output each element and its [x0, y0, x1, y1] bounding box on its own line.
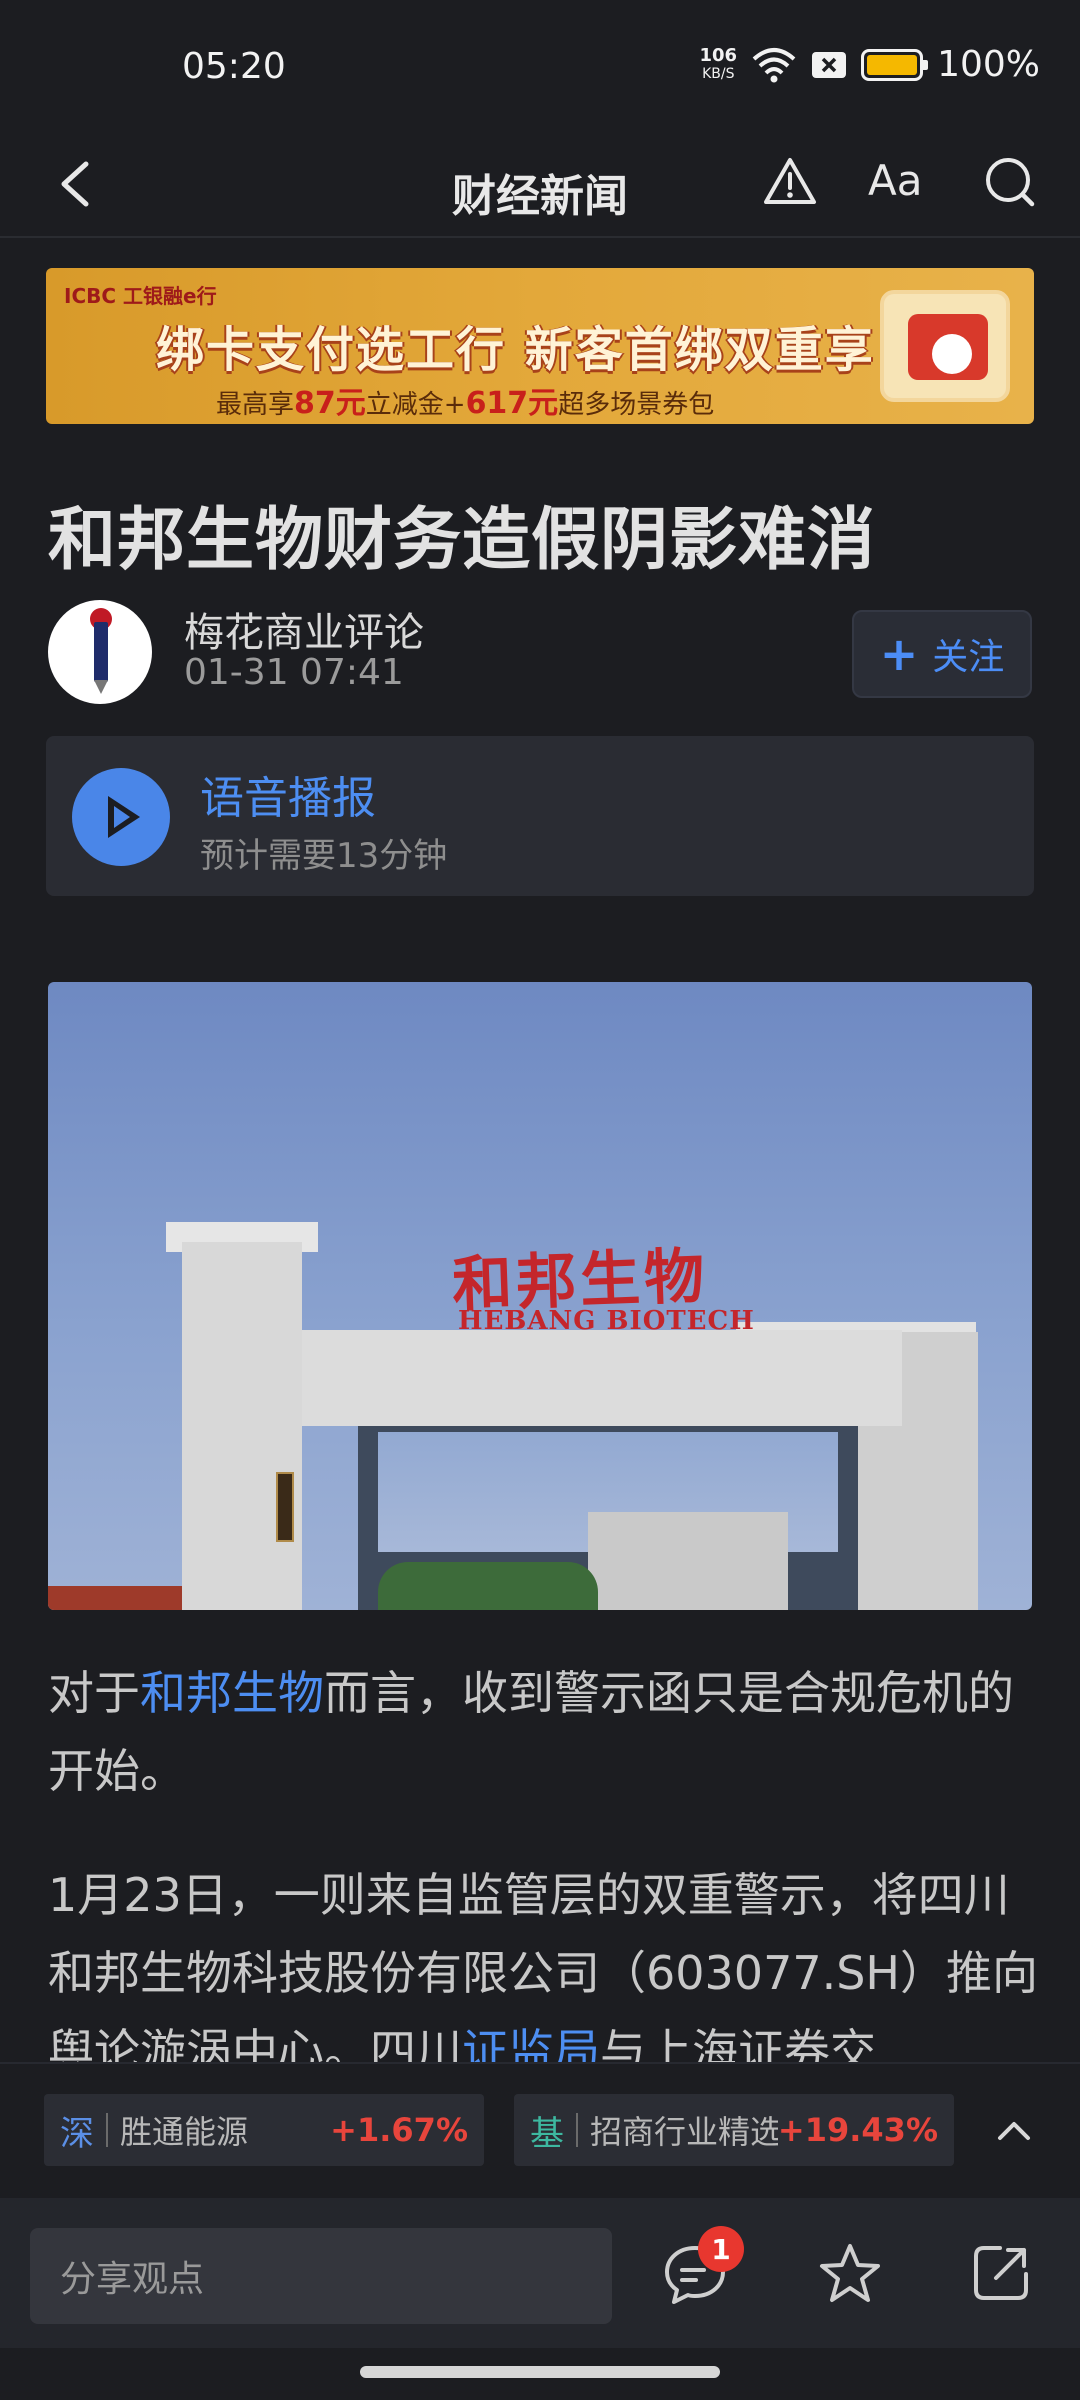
- sim-disabled-icon: [812, 51, 847, 78]
- voice-broadcast-title: 语音播报: [200, 773, 376, 824]
- banner-logo: ICBC 工银融e行: [64, 284, 217, 308]
- banner-amount-2: 617元: [465, 386, 559, 421]
- ticker-change: +19.43%: [777, 2111, 938, 2149]
- battery-icon: [861, 48, 929, 81]
- report-warning-icon[interactable]: [760, 152, 820, 212]
- ticker-item[interactable]: 深 胜通能源 +1.67%: [44, 2094, 484, 2166]
- photo-sign-english: HEBANG BIOTECH: [458, 1306, 755, 1336]
- share-icon[interactable]: [970, 2242, 1032, 2304]
- gift-box-illustration: [880, 290, 1010, 402]
- star-icon[interactable]: [816, 2240, 884, 2308]
- network-speed-unit: KB/S: [702, 65, 735, 82]
- related-tickers-bar: 深 胜通能源 +1.67% 基 招商行业精选... +19.43%: [0, 2062, 1080, 2198]
- follow-label: 关注: [932, 637, 1005, 678]
- status-time: 05:20: [182, 46, 286, 87]
- p1-text-a: 对于: [48, 1666, 140, 1720]
- banner-sub-prefix: 最高享: [216, 390, 295, 420]
- follow-button[interactable]: + 关注: [852, 610, 1032, 698]
- chevron-up-icon[interactable]: [994, 2110, 1034, 2150]
- top-nav-bar: 财经新闻 Aa: [0, 130, 1080, 238]
- banner-sub-suffix: 超多场景券包: [558, 390, 715, 420]
- font-size-button[interactable]: Aa: [868, 156, 922, 205]
- article-paragraph-2: 1月23日，一则来自监管层的双重警示，将四川和邦生物科技股份有限公司（60307…: [48, 1856, 1038, 2090]
- stock-link-hebang[interactable]: 和邦生物: [140, 1666, 324, 1720]
- market-tag: 深: [60, 2113, 94, 2154]
- ticker-name: 招商行业精选...: [590, 2113, 778, 2151]
- banner-subtext: 最高享87元立减金+617元超多场景券包: [216, 378, 714, 422]
- ad-banner[interactable]: ICBC 工银融e行 绑卡支付选工行 新客首绑双重享 最高享87元立减金+617…: [46, 268, 1034, 424]
- fund-tag: 基: [530, 2113, 564, 2154]
- search-icon[interactable]: [980, 152, 1040, 212]
- article-photo[interactable]: 和邦生物 HEBANG BIOTECH: [48, 982, 1032, 1610]
- author-avatar[interactable]: [48, 600, 152, 704]
- battery-percent: 100%: [937, 44, 1040, 85]
- status-bar: 05:20 106 KB/S 100%: [0, 0, 1080, 130]
- voice-broadcast-card[interactable]: 语音播报 预计需要13分钟: [46, 736, 1034, 896]
- article-paragraph-1: 对于和邦生物而言，收到警示函只是合规危机的开始。: [48, 1654, 1038, 1810]
- publish-time: 01-31 07:41: [184, 652, 404, 693]
- network-speed: 106 KB/S: [699, 44, 738, 83]
- plus-icon: +: [879, 627, 919, 681]
- banner-sub-mid: 立减金+: [365, 390, 466, 420]
- ticker-change: +1.67%: [330, 2111, 468, 2149]
- network-speed-value: 106: [699, 44, 738, 66]
- ticker-name: 胜通能源: [120, 2113, 249, 2151]
- bottom-action-bar: 分享观点 1: [0, 2198, 1080, 2348]
- home-indicator[interactable]: [360, 2366, 720, 2378]
- banner-amount-1: 87元: [294, 386, 366, 421]
- comment-count-badge: 1: [698, 2226, 744, 2272]
- voice-duration: 预计需要13分钟: [200, 836, 448, 876]
- status-icons: 106 KB/S 100%: [700, 44, 1041, 85]
- article-title: 和邦生物财务造假阴影难消: [48, 501, 877, 580]
- play-icon[interactable]: [72, 768, 170, 866]
- comment-input[interactable]: 分享观点: [30, 2228, 612, 2324]
- author-name[interactable]: 梅花商业评论: [184, 600, 424, 658]
- ticker-item[interactable]: 基 招商行业精选... +19.43%: [514, 2094, 954, 2166]
- wifi-icon: [752, 47, 796, 82]
- banner-headline: 绑卡支付选工行 新客首绑双重享: [156, 322, 875, 378]
